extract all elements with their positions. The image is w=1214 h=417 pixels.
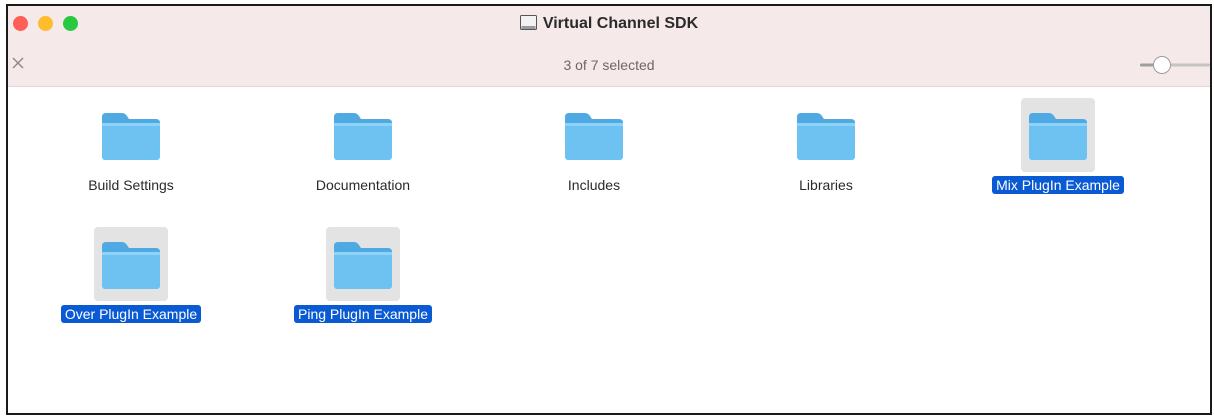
- folder-item-mix-plugin-example[interactable]: Mix PlugIn Example: [973, 98, 1143, 195]
- window-title: Virtual Channel SDK: [8, 15, 1210, 33]
- folder-label: Build Settings: [88, 177, 174, 193]
- folder-icon: [94, 98, 168, 172]
- folder-item-ping-plugin-example[interactable]: Ping PlugIn Example: [278, 227, 448, 324]
- folder-label: Ping PlugIn Example: [294, 305, 432, 323]
- folder-item-build-settings[interactable]: Build Settings: [46, 98, 216, 195]
- folder-icon: [789, 98, 863, 172]
- folder-item-libraries[interactable]: Libraries: [741, 98, 911, 195]
- folder-item-over-plugin-example[interactable]: Over PlugIn Example: [46, 227, 216, 324]
- disk-icon: [519, 15, 537, 30]
- toolbar: 3 of 7 selected: [8, 44, 1210, 87]
- folder-icon: [326, 227, 400, 301]
- folder-label: Includes: [567, 177, 621, 193]
- selection-status: 3 of 7 selected: [563, 57, 655, 73]
- file-grid: Build Settings Documentation Includes Li…: [8, 87, 1210, 413]
- folder-icon: [94, 227, 168, 301]
- title-bar: Virtual Channel SDK: [8, 6, 1210, 44]
- folder-label: Mix PlugIn Example: [992, 176, 1124, 194]
- folder-item-includes[interactable]: Includes: [509, 98, 679, 195]
- folder-icon: [1021, 98, 1095, 172]
- folder-label: Documentation: [315, 177, 411, 193]
- folder-icon: [326, 98, 400, 172]
- folder-item-documentation[interactable]: Documentation: [278, 98, 448, 195]
- zoom-slider[interactable]: [1140, 55, 1210, 75]
- folder-label: Over PlugIn Example: [60, 305, 202, 323]
- window-title-text: Virtual Channel SDK: [542, 15, 699, 32]
- finder-window: Virtual Channel SDK 3 of 7 selected Buil…: [6, 4, 1212, 415]
- folder-icon: [557, 98, 631, 172]
- folder-label: Libraries: [799, 177, 853, 193]
